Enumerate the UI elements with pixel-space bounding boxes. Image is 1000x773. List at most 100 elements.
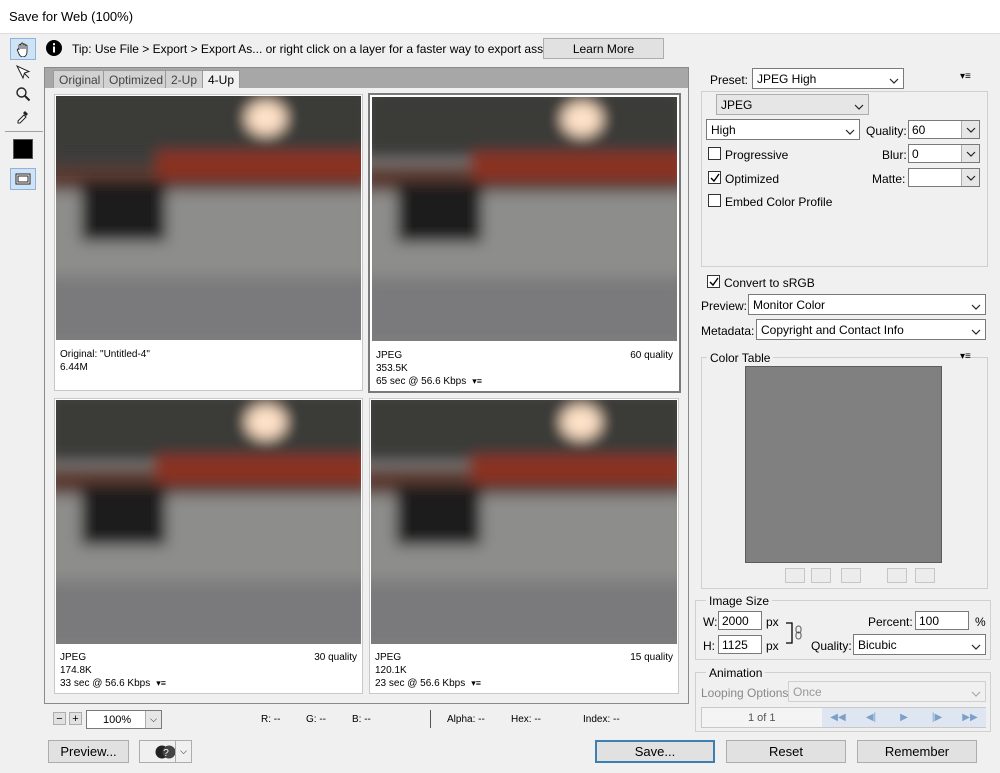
progressive-label: Progressive — [725, 148, 789, 162]
chevron-down-icon — [971, 300, 981, 314]
next-frame-icon[interactable]: |▶ — [921, 708, 953, 727]
chevron-down-icon[interactable]: ⌵ — [175, 741, 191, 762]
optimized-label: Optimized — [725, 172, 780, 186]
blur-label: Blur: — [882, 148, 907, 162]
pane-quality: 15 quality — [630, 652, 673, 663]
readout-alpha: Alpha: -- — [447, 714, 485, 725]
new-color-icon[interactable] — [887, 568, 907, 583]
checkmark-icon — [710, 173, 720, 183]
chevron-down-icon[interactable] — [961, 169, 979, 186]
width-input[interactable]: 2000 — [718, 611, 762, 630]
lock-color-icon[interactable] — [841, 568, 861, 583]
tab-optimized[interactable]: Optimized — [103, 70, 170, 88]
first-frame-icon[interactable]: ◀◀ — [822, 708, 854, 727]
previous-frame-icon[interactable]: ◀| — [855, 708, 887, 727]
percent-label: Percent: — [868, 615, 913, 629]
zoom-value: 100% — [103, 714, 132, 726]
embed-profile-checkbox[interactable] — [708, 194, 721, 207]
preset-select[interactable]: JPEG High — [752, 68, 904, 89]
height-input[interactable]: 1125 — [718, 635, 762, 654]
resample-quality-select[interactable]: Bicubic — [853, 634, 986, 655]
preview-color-select[interactable]: Monitor Color — [748, 294, 986, 315]
color-table-menu-icon[interactable]: ▾≡ — [960, 351, 971, 362]
compression-select[interactable]: High — [706, 119, 860, 140]
pane-line3: 33 sec @ 56.6 Kbps — [60, 678, 151, 689]
chevron-down-icon — [971, 325, 981, 339]
optimized-checkbox[interactable] — [708, 171, 721, 184]
looping-select[interactable]: Once — [788, 681, 986, 702]
preview-button[interactable]: Preview... — [48, 740, 129, 763]
browser-icon: ? — [155, 744, 177, 760]
delete-color-icon[interactable] — [915, 568, 935, 583]
readout-b: B: -- — [352, 714, 371, 725]
toggle-slices-icon[interactable] — [10, 168, 36, 190]
eyedropper-icon[interactable] — [10, 105, 36, 127]
matte-label: Matte: — [872, 172, 906, 186]
reset-button[interactable]: Reset — [726, 740, 846, 763]
zoom-level-select[interactable]: 100% ⌵ — [86, 710, 162, 729]
pane-line1: Original: "Untitled-4" — [60, 349, 150, 360]
chevron-down-icon — [971, 687, 981, 701]
learn-more-button[interactable]: Learn More — [543, 38, 664, 59]
constrain-proportions-icon[interactable] — [784, 621, 806, 644]
chevron-down-icon[interactable] — [961, 145, 979, 162]
convert-srgb-checkbox[interactable] — [707, 275, 720, 288]
optimize-menu-icon[interactable]: ▾≡ — [960, 71, 971, 82]
preview-pane-jpeg-30[interactable]: JPEG 174.8K 33 sec @ 56.6 Kbps ▾≡ 30 qua… — [54, 398, 363, 694]
eyedropper-color-swatch[interactable] — [13, 139, 33, 159]
percent-unit: % — [975, 615, 986, 629]
frame-counter: 1 of 1 — [748, 712, 776, 724]
preview-pane-jpeg-60[interactable]: JPEG 353.5K 65 sec @ 56.6 Kbps ▾≡ 60 qua… — [368, 93, 681, 393]
chevron-down-icon — [889, 74, 899, 88]
preview-label: Preview: — [701, 299, 748, 313]
chevron-down-icon[interactable] — [961, 121, 979, 138]
progressive-checkbox[interactable] — [708, 147, 721, 160]
slice-select-icon[interactable] — [10, 61, 36, 83]
hand-tool-icon[interactable] — [10, 38, 36, 60]
preview-pane-original[interactable]: Original: "Untitled-4" 6.44M — [54, 94, 363, 391]
percent-input[interactable]: 100 — [915, 611, 969, 630]
preview-image — [372, 97, 677, 341]
matte-select[interactable] — [908, 168, 980, 187]
color-table-area[interactable] — [745, 366, 942, 563]
map-transparency-icon[interactable] — [785, 568, 805, 583]
preview-pane-jpeg-15[interactable]: JPEG 120.1K 23 sec @ 56.6 Kbps ▾≡ 15 qua… — [369, 398, 679, 694]
width-label: W: — [703, 615, 718, 629]
play-icon[interactable]: ▶ — [888, 708, 920, 727]
status-bar: − + 100% ⌵ R: -- G: -- B: -- Alpha: -- H… — [44, 709, 689, 731]
looping-label: Looping Options: — [701, 686, 792, 700]
format-select[interactable]: JPEG — [716, 94, 869, 115]
download-rate-menu-icon[interactable]: ▾≡ — [156, 677, 166, 690]
save-button[interactable]: Save... — [595, 740, 715, 763]
web-shift-icon[interactable] — [811, 568, 831, 583]
tab-4up[interactable]: 4-Up — [202, 70, 241, 88]
zoom-in-button[interactable]: + — [69, 712, 82, 725]
pane-line1: JPEG — [376, 350, 403, 361]
chevron-down-icon: ⌵ — [145, 711, 161, 728]
remember-button[interactable]: Remember — [857, 740, 977, 763]
blur-input[interactable]: 0 — [908, 144, 980, 163]
tab-original[interactable]: Original — [53, 70, 107, 88]
pane-line2: 6.44M — [60, 362, 88, 373]
metadata-select[interactable]: Copyright and Contact Info — [756, 319, 986, 340]
chevron-down-icon — [971, 640, 981, 654]
height-label: H: — [703, 639, 715, 653]
download-rate-menu-icon[interactable]: ▾≡ — [472, 375, 482, 388]
browser-preview-button[interactable]: ? ⌵ — [139, 740, 192, 763]
zoom-icon[interactable] — [10, 83, 36, 105]
pane-line2: 174.8K — [60, 665, 92, 676]
zoom-out-button[interactable]: − — [53, 712, 66, 725]
height-unit: px — [766, 639, 779, 653]
last-frame-icon[interactable]: ▶▶ — [954, 708, 986, 727]
blur-value: 0 — [912, 146, 919, 161]
animation-title: Animation — [706, 666, 766, 680]
tool-column — [5, 38, 43, 198]
window-title: Save for Web (100%) — [9, 9, 134, 24]
tab-2up[interactable]: 2-Up — [165, 70, 204, 88]
pane-line1: JPEG — [60, 652, 87, 663]
quality-input[interactable]: 60 — [908, 120, 980, 139]
chevron-down-icon — [845, 125, 855, 139]
info-icon — [44, 38, 64, 58]
download-rate-menu-icon[interactable]: ▾≡ — [471, 677, 481, 690]
image-size-title: Image Size — [706, 594, 773, 608]
